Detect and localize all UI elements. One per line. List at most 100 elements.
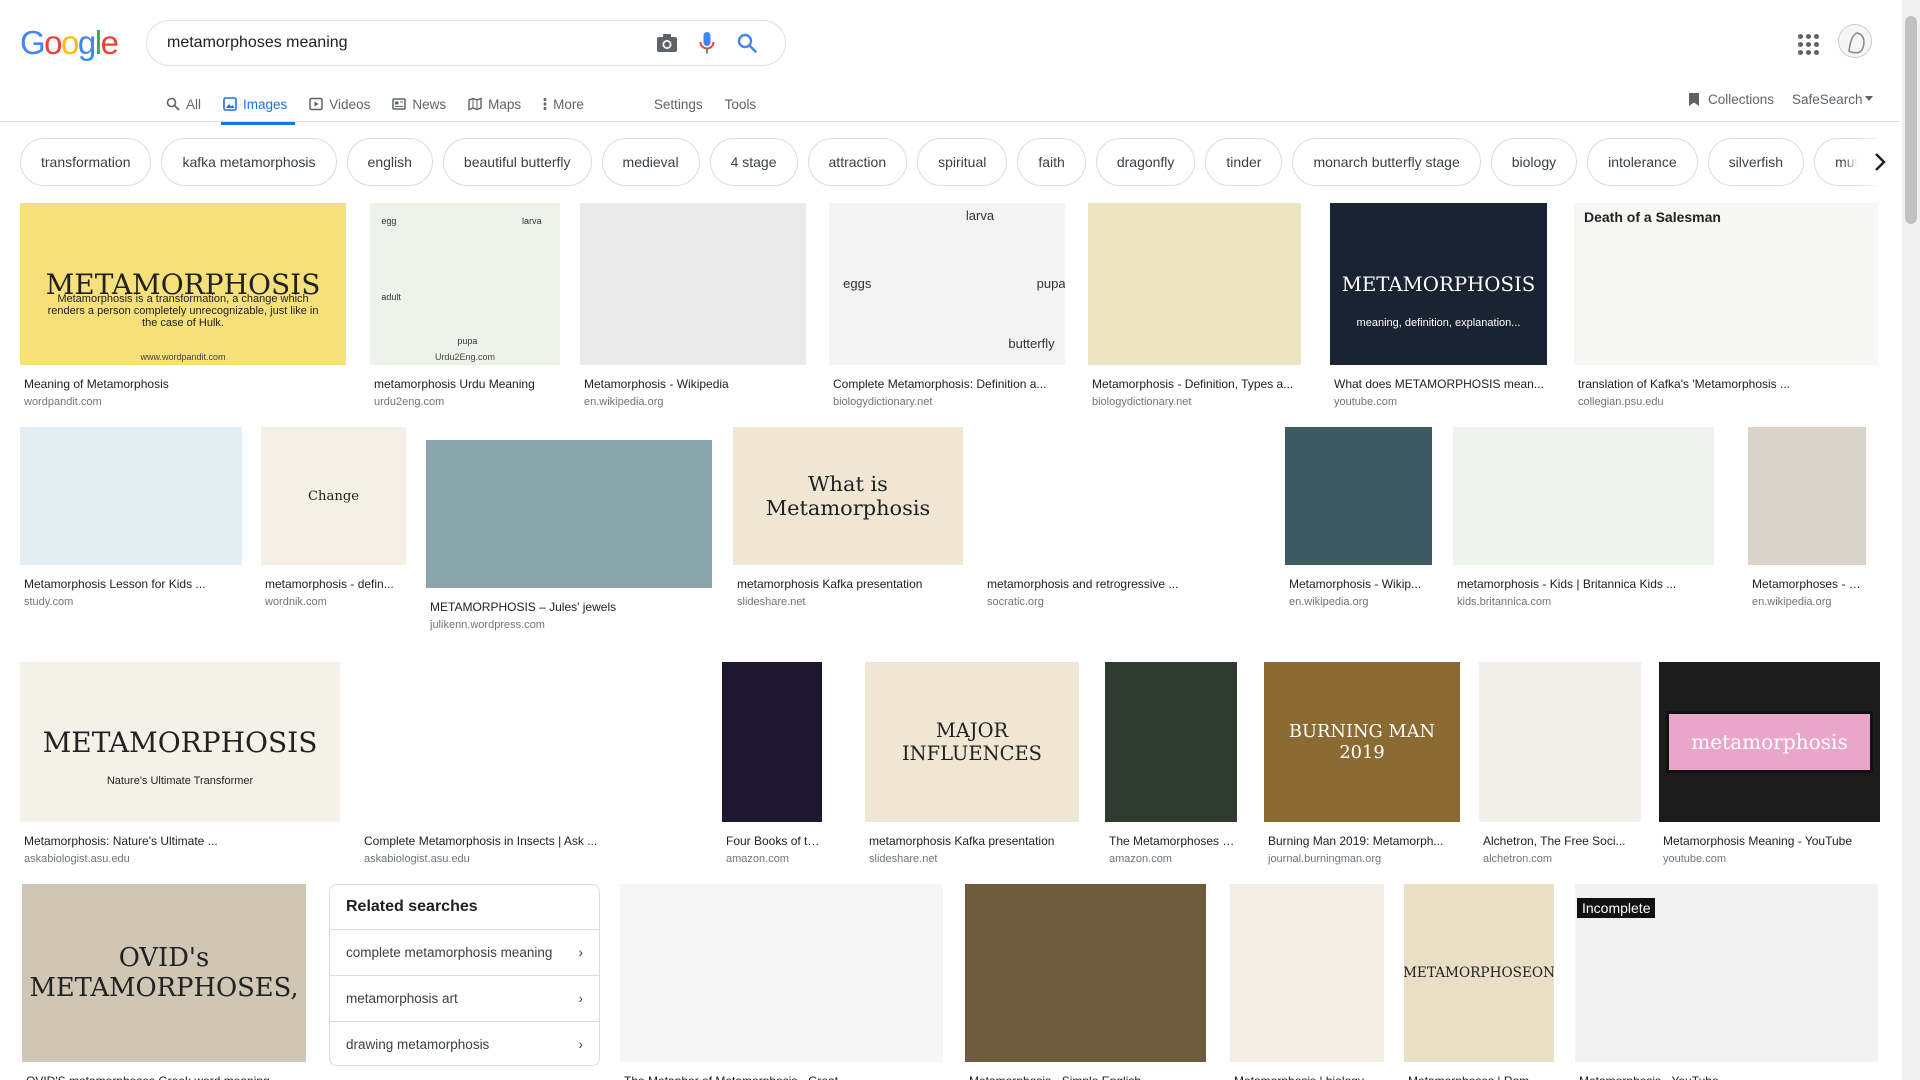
camera-icon[interactable] xyxy=(647,23,687,63)
result-thumbnail[interactable]: MAJOR INFLUENCES xyxy=(865,662,1079,822)
result-thumbnail[interactable]: METAMORPHOSIS Metamorphosis is a transfor… xyxy=(20,203,346,365)
result-thumbnail[interactable]: METAMORPHOSIS meaning, definition, explan… xyxy=(1330,203,1547,365)
image-result[interactable]: metamorphosis Metamorphosis Meaning - You… xyxy=(1659,662,1880,866)
image-result[interactable]: larva eggs pupa butterfly Complete Metamorph… xyxy=(829,203,1065,409)
image-result[interactable]: Metamorphosis - Wikipedia en.wikipedia.or… xyxy=(580,203,806,409)
image-result[interactable]: Metamorphosis | biology ... xyxy=(1230,884,1384,1080)
result-thumbnail[interactable]: Death of a Salesman xyxy=(1574,203,1878,365)
image-result[interactable]: METAMORPHOSIS meaning, definition, explan… xyxy=(1330,203,1547,409)
result-thumbnail[interactable] xyxy=(1105,662,1237,822)
image-result[interactable]: The Metaphor of Metamorphosis - Great ..… xyxy=(620,884,943,1080)
chip[interactable]: silverfish xyxy=(1707,138,1805,186)
result-thumbnail[interactable]: METAMORPHOSEON xyxy=(1404,884,1554,1062)
chip[interactable]: intolerance xyxy=(1587,138,1698,186)
safesearch-dropdown[interactable]: SafeSearch xyxy=(1792,88,1873,110)
chip[interactable]: 4 stage xyxy=(709,138,798,186)
tab-images[interactable]: Images xyxy=(221,86,296,125)
chip[interactable]: monarch butterfly stage xyxy=(1292,138,1481,186)
chevron-right-icon[interactable] xyxy=(1856,138,1904,186)
image-result[interactable]: METAMORPHOSIS Nature's Ultimate Transform… xyxy=(20,662,340,866)
image-result[interactable]: Metamorphosis Lesson for Kids ... study.c… xyxy=(20,427,242,609)
image-result[interactable]: Death of a Salesman translation of Kafka'… xyxy=(1574,203,1878,409)
chip[interactable]: transformation xyxy=(20,138,152,186)
result-caption[interactable]: metamorphosis - Kids | Britannica Kids .… xyxy=(1457,577,1714,591)
image-result[interactable]: Incomplete Metamorphosis - YouTube xyxy=(1575,884,1878,1080)
result-caption[interactable]: Metamorphoses | Rom... xyxy=(1408,1074,1554,1080)
result-caption[interactable]: Metamorphosis Meaning - YouTube xyxy=(1663,834,1880,848)
scrollbar[interactable] xyxy=(1902,0,1920,1080)
image-result[interactable]: METAMORPHOSEON Metamorphoses | Rom... xyxy=(1404,884,1554,1080)
chip[interactable]: kafka metamorphosis xyxy=(161,138,337,186)
tab-more[interactable]: More xyxy=(543,86,584,122)
result-thumbnail[interactable] xyxy=(1230,884,1384,1062)
image-result[interactable]: Urdu2Eng.com egg larva adult pupa metamorphos… xyxy=(370,203,560,409)
search-icon[interactable] xyxy=(727,23,767,63)
google-logo[interactable]: Google xyxy=(20,24,119,62)
image-result[interactable]: OVID's METAMORPHOSES, OVID'S metamorphose… xyxy=(22,884,306,1080)
search-box[interactable]: metamorphoses meaning xyxy=(146,20,786,66)
search-input[interactable]: metamorphoses meaning xyxy=(167,34,647,52)
result-caption[interactable]: Four Books of the Met... xyxy=(726,834,822,848)
tab-all[interactable]: All xyxy=(166,86,201,122)
result-thumbnail[interactable] xyxy=(1088,203,1301,365)
result-caption[interactable]: metamorphosis Urdu Meaning xyxy=(374,377,560,391)
result-thumbnail[interactable]: OVID's METAMORPHOSES, xyxy=(22,884,306,1062)
chip[interactable]: medieval xyxy=(601,138,700,186)
result-thumbnail[interactable]: Urdu2Eng.com egg larva adult pupa xyxy=(370,203,560,365)
result-caption[interactable]: Metamorphosis - Wikip... xyxy=(1289,577,1432,591)
result-thumbnail[interactable]: Incomplete xyxy=(1575,884,1878,1062)
related-item[interactable]: complete metamorphosis meaning › xyxy=(330,929,599,975)
result-thumbnail[interactable] xyxy=(1453,427,1714,565)
image-result[interactable]: What is Metamorphosis metamorphosis Kafka… xyxy=(733,427,963,609)
chip[interactable]: faith xyxy=(1017,138,1086,186)
tab-maps[interactable]: Maps xyxy=(468,86,521,122)
result-caption[interactable]: The Metaphor of Metamorphosis - Great ..… xyxy=(624,1074,943,1080)
chip[interactable]: tinder xyxy=(1205,138,1283,186)
result-caption[interactable]: METAMORPHOSIS – Jules' jewels xyxy=(430,600,712,614)
result-thumbnail[interactable]: METAMORPHOSIS Nature's Ultimate Transform… xyxy=(20,662,340,822)
chip[interactable]: biology xyxy=(1490,138,1578,186)
mic-icon[interactable] xyxy=(687,23,727,63)
image-result[interactable]: BURNING MAN 2019 Burning Man 2019: Metamo… xyxy=(1264,662,1460,866)
result-caption[interactable]: metamorphosis and retrogressive ... xyxy=(987,577,1266,591)
image-result[interactable]: Change metamorphosis - defin... wordnik.co… xyxy=(261,427,406,609)
result-caption[interactable]: Alchetron, The Free Soci... xyxy=(1483,834,1641,848)
image-result[interactable]: Metamorphosis - Definition, Types a... bi… xyxy=(1088,203,1301,409)
result-thumbnail[interactable] xyxy=(1285,427,1432,565)
result-caption[interactable]: What does METAMORPHOSIS mean... xyxy=(1334,377,1547,391)
result-thumbnail[interactable] xyxy=(360,662,680,822)
image-result[interactable]: metamorphosis - Kids | Britannica Kids .… xyxy=(1453,427,1714,609)
chip[interactable]: dragonfly xyxy=(1095,138,1196,186)
result-caption[interactable]: metamorphosis Kafka presentation xyxy=(869,834,1079,848)
result-thumbnail[interactable] xyxy=(983,427,1266,565)
result-thumbnail[interactable] xyxy=(965,884,1206,1062)
avatar[interactable] xyxy=(1838,24,1872,58)
result-thumbnail[interactable] xyxy=(20,427,242,565)
image-result[interactable]: Alchetron, The Free Soci... alchetron.com xyxy=(1479,662,1641,866)
result-thumbnail[interactable]: larva eggs pupa butterfly xyxy=(829,203,1065,365)
image-result[interactable]: Metamorphosis - Simple English ... xyxy=(965,884,1206,1080)
result-caption[interactable]: Metamorphosis - Wikipedia xyxy=(584,377,806,391)
image-result[interactable]: The Metamorphoses o... amazon.com xyxy=(1105,662,1237,866)
result-caption[interactable]: Metamorphosis - YouTube xyxy=(1579,1074,1878,1080)
image-result[interactable]: Metamorphosis - Wikip... en.wikipedia.org xyxy=(1285,427,1432,609)
image-result[interactable]: METAMORPHOSIS Metamorphosis is a transfor… xyxy=(20,203,346,409)
scrollbar-thumb[interactable] xyxy=(1905,16,1917,224)
result-caption[interactable]: OVID'S metamorphoses Greek word meaning xyxy=(26,1074,306,1080)
result-caption[interactable]: translation of Kafka's 'Metamorphosis ..… xyxy=(1578,377,1878,391)
tab-videos[interactable]: Videos xyxy=(309,86,370,122)
result-thumbnail[interactable] xyxy=(620,884,943,1062)
result-thumbnail[interactable] xyxy=(426,440,712,588)
result-caption[interactable]: Complete Metamorphosis: Definition a... xyxy=(833,377,1065,391)
image-result[interactable]: METAMORPHOSIS – Jules' jewels julikenn.wo… xyxy=(426,440,712,632)
settings-link[interactable]: Settings xyxy=(654,86,703,122)
result-thumbnail[interactable]: BURNING MAN 2019 xyxy=(1264,662,1460,822)
result-caption[interactable]: Burning Man 2019: Metamorph... xyxy=(1268,834,1460,848)
result-thumbnail[interactable] xyxy=(1479,662,1641,822)
chip[interactable]: english xyxy=(346,138,433,186)
related-item[interactable]: metamorphosis art › xyxy=(330,975,599,1021)
tab-news[interactable]: News xyxy=(392,86,446,122)
image-result[interactable]: Four Books of the Met... amazon.com xyxy=(722,662,822,866)
result-thumbnail[interactable]: metamorphosis xyxy=(1659,662,1880,822)
result-caption[interactable]: Metamorphosis: Nature's Ultimate ... xyxy=(24,834,340,848)
